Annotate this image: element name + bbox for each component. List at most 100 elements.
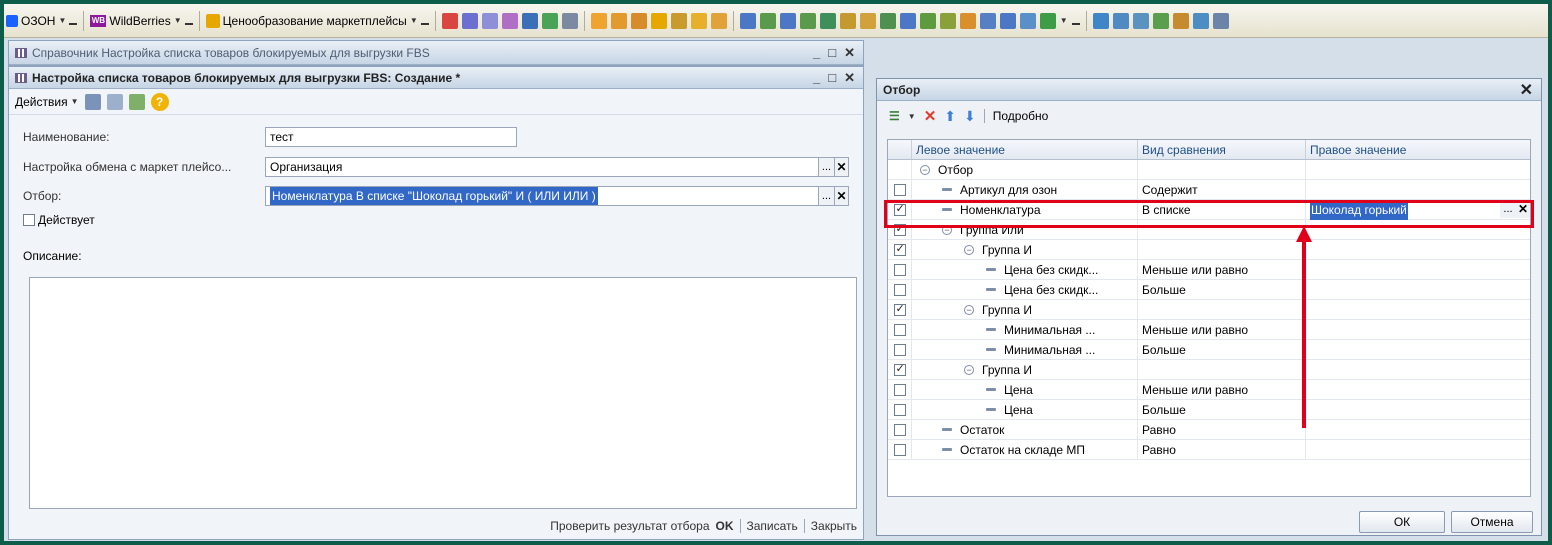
collapse-icon[interactable]: −	[920, 164, 930, 175]
close-icon[interactable]: ✕	[1520, 80, 1533, 100]
exchange-field[interactable]: Организация	[265, 157, 819, 177]
book-blue-icon[interactable]	[461, 12, 478, 29]
journal-7-icon[interactable]	[1212, 12, 1229, 29]
header-right-value[interactable]: Правое значение	[1306, 140, 1530, 159]
row-checkbox[interactable]	[893, 343, 906, 356]
right-value-cell[interactable]	[1306, 300, 1530, 319]
check-result-link[interactable]: Проверить результат отбора	[550, 519, 709, 533]
table-row[interactable]: −Группа И	[888, 240, 1530, 260]
doc-green-3-icon[interactable]	[819, 12, 836, 29]
journal-2-icon[interactable]	[1112, 12, 1129, 29]
table-row[interactable]: −Группа И	[888, 360, 1530, 380]
minimize-icon[interactable]: _	[813, 70, 820, 86]
right-value-cell[interactable]	[1306, 400, 1530, 419]
row-checkbox[interactable]	[893, 302, 906, 316]
minimize-icon[interactable]: _	[813, 45, 820, 61]
table-row[interactable]: Артикул для озон Содержит	[888, 180, 1530, 200]
report-orange-2-icon[interactable]	[610, 12, 627, 29]
doc-edit-icon[interactable]	[979, 12, 996, 29]
coins-icon[interactable]	[650, 12, 667, 29]
row-checkbox[interactable]	[893, 443, 906, 456]
save-close-icon[interactable]	[106, 93, 123, 110]
close-icon[interactable]: ✕	[844, 70, 855, 86]
row-checkbox[interactable]	[893, 403, 906, 416]
comparison-cell[interactable]: Больше	[1138, 400, 1306, 419]
table-row[interactable]: Цена Меньше или равно	[888, 380, 1530, 400]
comparison-cell[interactable]	[1138, 360, 1306, 379]
row-checkbox[interactable]	[893, 362, 906, 376]
table-icon[interactable]	[541, 12, 558, 29]
move-down-icon[interactable]: ⬇	[964, 108, 976, 125]
chart-icon[interactable]	[561, 12, 578, 29]
doc-check-icon[interactable]	[919, 12, 936, 29]
comparison-cell[interactable]	[1138, 240, 1306, 259]
maximize-icon[interactable]: □	[828, 45, 836, 61]
journal-4-icon[interactable]	[1152, 12, 1169, 29]
chevron-down-icon[interactable]: ▼	[1060, 16, 1068, 25]
right-value-cell[interactable]	[1306, 280, 1530, 299]
ozon-menu[interactable]: ОЗОН ▼	[6, 14, 78, 28]
table-row[interactable]: −Группа И	[888, 300, 1530, 320]
doc-arrow-icon[interactable]	[879, 12, 896, 29]
name-field[interactable]: тест	[265, 127, 517, 147]
doc-blue-4-icon[interactable]	[1019, 12, 1036, 29]
right-value-cell[interactable]	[1306, 340, 1530, 359]
row-checkbox[interactable]	[893, 242, 906, 256]
exchange-clear-button[interactable]: ✕	[835, 157, 849, 177]
people-icon[interactable]	[521, 12, 538, 29]
journal-3-icon[interactable]	[1132, 12, 1149, 29]
book-red-icon[interactable]	[441, 12, 458, 29]
table-row[interactable]: Остаток Равно	[888, 420, 1530, 440]
doc-blue-2-icon[interactable]	[779, 12, 796, 29]
table-row[interactable]: Минимальная ... Больше	[888, 340, 1530, 360]
comparison-cell[interactable]: Равно	[1138, 420, 1306, 439]
description-field[interactable]	[29, 277, 857, 509]
right-value-cell[interactable]	[1306, 440, 1530, 459]
collapse-icon[interactable]: −	[964, 364, 974, 375]
active-checkbox[interactable]	[23, 214, 35, 226]
chevron-down-icon[interactable]: ▼	[908, 112, 916, 121]
money-icon[interactable]	[710, 12, 727, 29]
row-checkbox[interactable]	[893, 183, 906, 196]
table-row[interactable]: Цена Больше	[888, 400, 1530, 420]
warehouse-icon[interactable]	[670, 12, 687, 29]
doc-plus-icon[interactable]	[939, 12, 956, 29]
filter-select-button[interactable]: ...	[819, 186, 835, 206]
comparison-cell[interactable]: Содержит	[1138, 180, 1306, 199]
right-value-cell[interactable]	[1306, 160, 1530, 179]
actions-menu[interactable]: Действия ▼	[15, 95, 79, 109]
price-tag-icon[interactable]	[690, 12, 707, 29]
table-row[interactable]: Цена без скидк... Меньше или равно	[888, 260, 1530, 280]
doc-green-2-icon[interactable]	[799, 12, 816, 29]
row-checkbox[interactable]	[893, 283, 906, 296]
comparison-cell[interactable]: Меньше или равно	[1138, 380, 1306, 399]
save-disk-icon[interactable]	[84, 93, 101, 110]
header-comparison[interactable]: Вид сравнения	[1138, 140, 1306, 159]
doc-list-icon[interactable]	[899, 12, 916, 29]
add-condition-icon[interactable]: ☰	[889, 109, 900, 123]
dialog-ok-button[interactable]: ОК	[1359, 511, 1445, 533]
close-button[interactable]: Закрыть	[811, 519, 857, 533]
report-orange-icon[interactable]	[590, 12, 607, 29]
delete-icon[interactable]: ✕	[924, 107, 937, 125]
right-value-cell[interactable]	[1306, 380, 1530, 399]
folder-icon[interactable]	[859, 12, 876, 29]
row-checkbox[interactable]	[893, 323, 906, 336]
ok-button[interactable]: OK	[716, 519, 734, 533]
maximize-icon[interactable]: □	[828, 70, 836, 86]
dialog-cancel-button[interactable]: Отмена	[1451, 511, 1533, 533]
comparison-cell[interactable]: Равно	[1138, 440, 1306, 459]
stack-icon[interactable]	[839, 12, 856, 29]
table-row[interactable]: Цена без скидк... Больше	[888, 280, 1530, 300]
comparison-cell[interactable]	[1138, 300, 1306, 319]
collapse-icon[interactable]: −	[964, 304, 974, 315]
journal-6-icon[interactable]	[1192, 12, 1209, 29]
doc-green-icon[interactable]	[759, 12, 776, 29]
right-value-cell[interactable]	[1306, 180, 1530, 199]
journal-5-icon[interactable]	[1172, 12, 1189, 29]
comparison-cell[interactable]	[1138, 160, 1306, 179]
move-up-icon[interactable]: ⬆	[944, 108, 956, 125]
book-lilac-icon[interactable]	[481, 12, 498, 29]
comparison-cell[interactable]: Меньше или равно	[1138, 260, 1306, 279]
reread-icon[interactable]	[128, 93, 145, 110]
